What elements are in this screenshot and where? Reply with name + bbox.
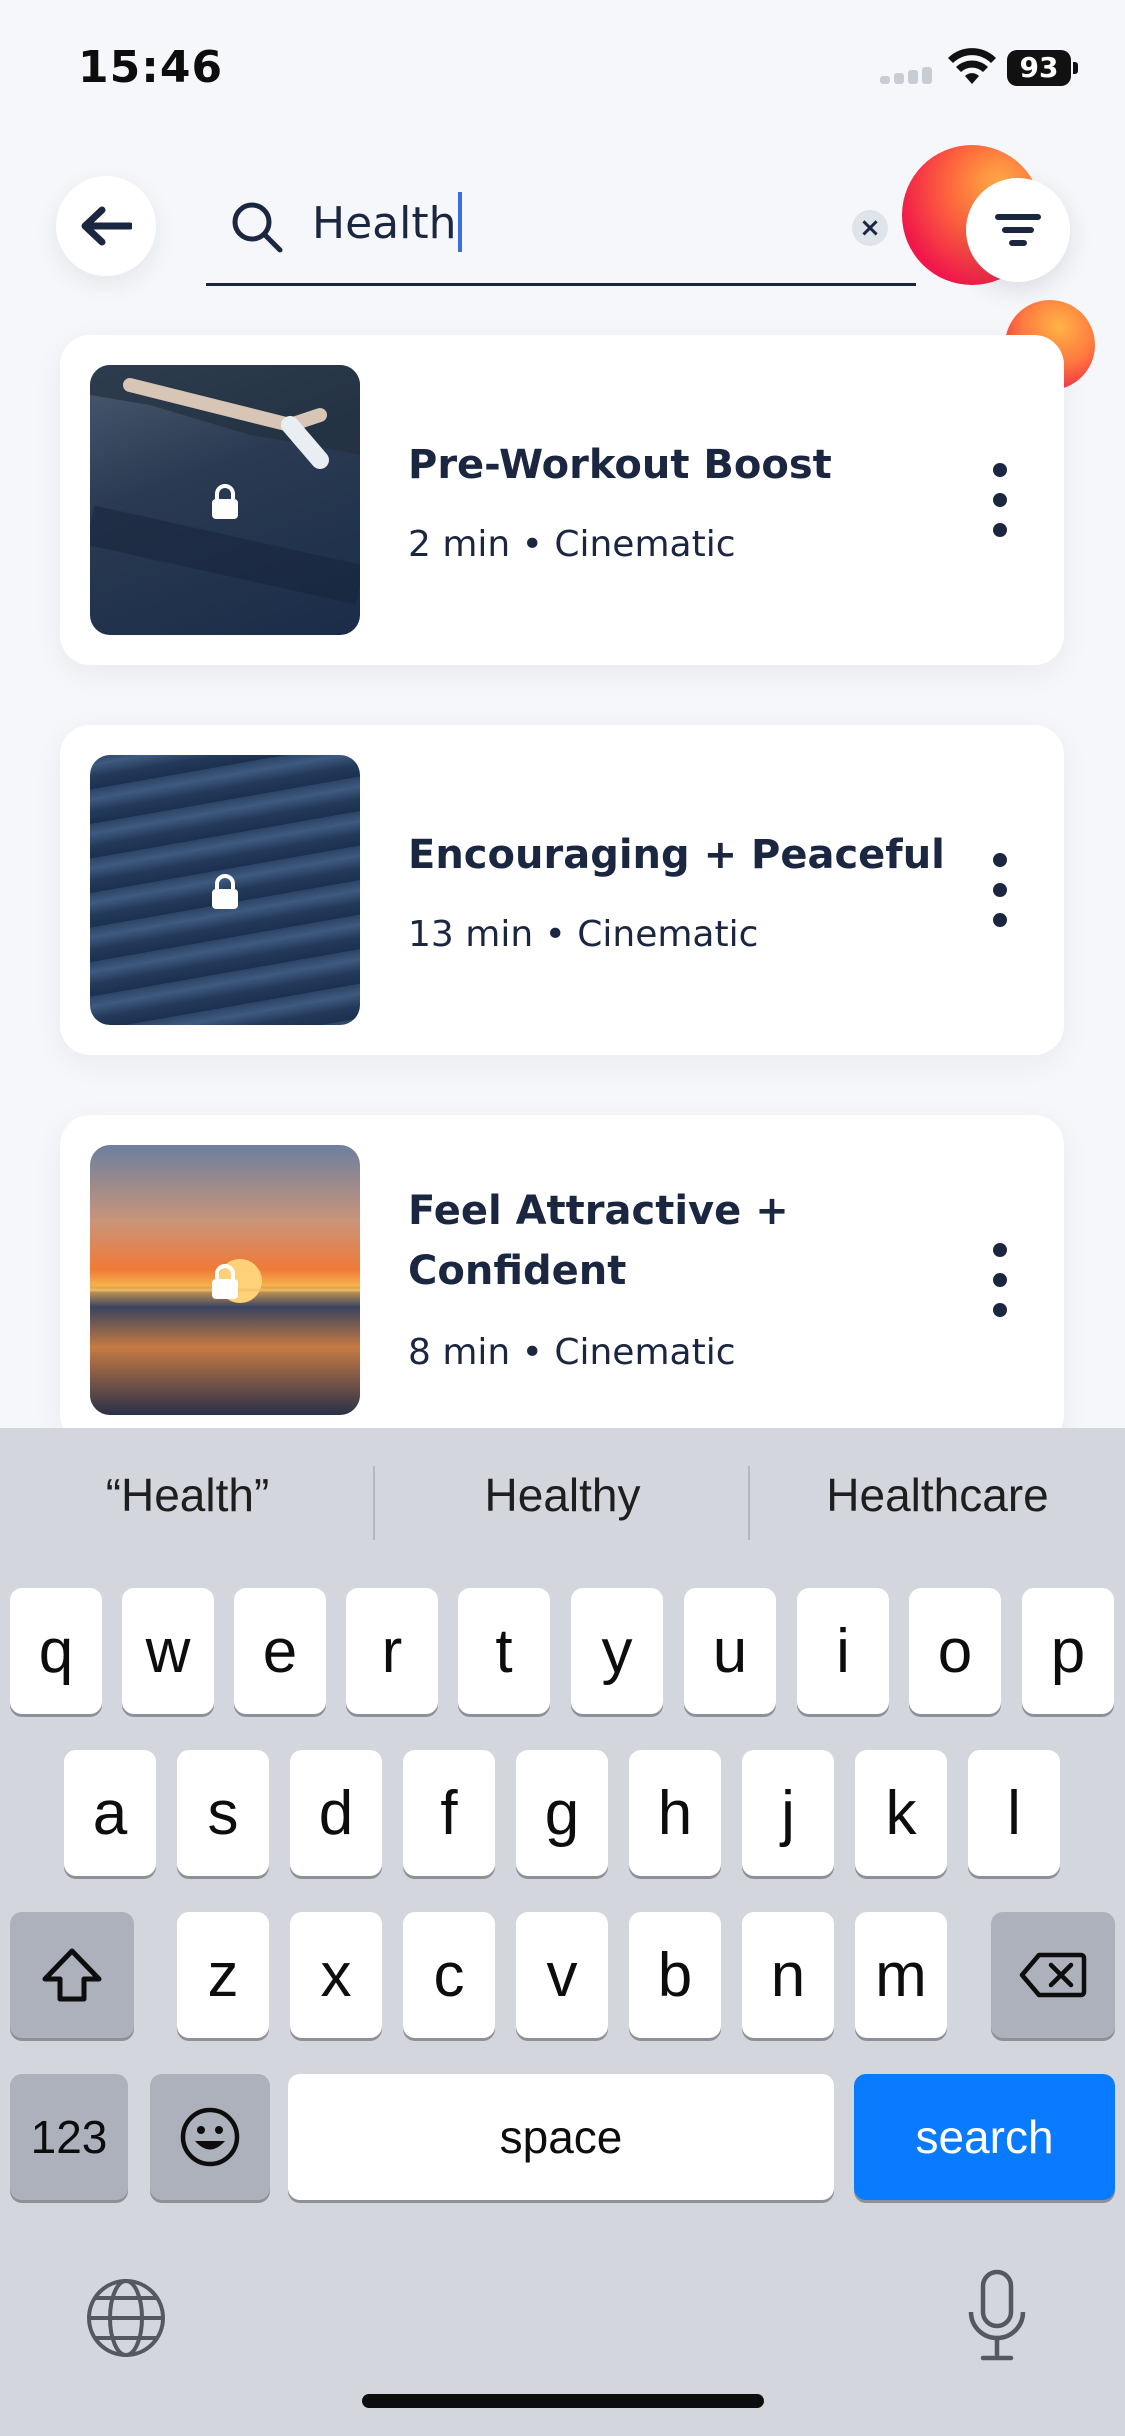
search-icon (232, 202, 283, 253)
more-options-button[interactable] (980, 1243, 1020, 1317)
more-vertical-icon (993, 1243, 1007, 1257)
keyboard: “Health” Healthy Healthcare q w e r t y … (0, 1428, 1125, 2436)
clear-search-button[interactable]: × (852, 210, 888, 246)
track-title: Feel Attractive + Confident (408, 1188, 789, 1294)
key-n[interactable]: n (742, 1912, 834, 2038)
suggestion-item[interactable]: Healthy (375, 1468, 750, 1522)
key-p[interactable]: p (1022, 1588, 1114, 1714)
key-a[interactable]: a (64, 1750, 156, 1876)
key-u[interactable]: u (684, 1588, 776, 1714)
result-card[interactable]: Feel Attractive + Confident 8 min • Cine… (60, 1115, 1064, 1445)
more-options-button[interactable] (980, 463, 1020, 537)
search-field[interactable]: Health × (206, 176, 916, 286)
globe-icon[interactable] (84, 2276, 168, 2360)
lock-icon (212, 1264, 238, 1299)
lock-icon (212, 484, 238, 519)
key-f[interactable]: f (403, 1750, 495, 1876)
key-l[interactable]: l (968, 1750, 1060, 1876)
search-input[interactable]: Health (312, 192, 463, 252)
key-o[interactable]: o (909, 1588, 1001, 1714)
track-title: Encouraging + Peaceful (408, 832, 945, 878)
key-b[interactable]: b (629, 1912, 721, 2038)
shift-key[interactable] (10, 1912, 134, 2038)
track-thumbnail (90, 1145, 360, 1415)
key-m[interactable]: m (855, 1912, 947, 2038)
space-key[interactable]: space (288, 2074, 834, 2200)
wifi-icon (948, 48, 996, 84)
key-g[interactable]: g (516, 1750, 608, 1876)
cellular-signal-icon (880, 64, 936, 84)
more-vertical-icon (993, 853, 1007, 867)
text-cursor (458, 192, 463, 252)
key-h[interactable]: h (629, 1750, 721, 1876)
key-y[interactable]: y (571, 1588, 663, 1714)
key-v[interactable]: v (516, 1912, 608, 2038)
emoji-icon (180, 2107, 240, 2167)
battery-indicator: 93 (1007, 50, 1078, 86)
suggestion-item[interactable]: Healthcare (750, 1468, 1125, 1522)
arrow-left-icon (81, 206, 132, 246)
microphone-icon[interactable] (966, 2268, 1028, 2368)
suggestion-bar: “Health” Healthy Healthcare (0, 1428, 1125, 1578)
key-w[interactable]: w (122, 1588, 214, 1714)
emoji-key[interactable] (150, 2074, 270, 2200)
search-key[interactable]: search (854, 2074, 1115, 2200)
key-i[interactable]: i (797, 1588, 889, 1714)
key-j[interactable]: j (742, 1750, 834, 1876)
suggestion-item[interactable]: “Health” (0, 1468, 375, 1522)
track-thumbnail (90, 365, 360, 635)
home-indicator (362, 2394, 764, 2408)
result-card[interactable]: Pre-Workout Boost 2 min • Cinematic (60, 335, 1064, 665)
key-t[interactable]: t (458, 1588, 550, 1714)
key-z[interactable]: z (177, 1912, 269, 2038)
key-x[interactable]: x (290, 1912, 382, 2038)
key-d[interactable]: d (290, 1750, 382, 1876)
backspace-icon (1019, 1952, 1087, 1998)
key-e[interactable]: e (234, 1588, 326, 1714)
track-meta: 8 min • Cinematic (408, 1332, 736, 1373)
filter-icon (995, 214, 1041, 246)
filter-button[interactable] (966, 178, 1070, 282)
status-bar: 15:46 93 (0, 0, 1125, 130)
delete-key[interactable] (991, 1912, 1115, 2038)
lock-icon (212, 874, 238, 909)
track-thumbnail (90, 755, 360, 1025)
key-k[interactable]: k (855, 1750, 947, 1876)
key-s[interactable]: s (177, 1750, 269, 1876)
more-options-button[interactable] (980, 853, 1020, 927)
key-c[interactable]: c (403, 1912, 495, 2038)
key-r[interactable]: r (346, 1588, 438, 1714)
shift-icon (42, 1948, 102, 2002)
track-title: Pre-Workout Boost (408, 442, 832, 488)
status-time: 15:46 (78, 42, 224, 93)
track-meta: 2 min • Cinematic (408, 524, 736, 565)
more-vertical-icon (993, 463, 1007, 477)
result-card[interactable]: Encouraging + Peaceful 13 min • Cinemati… (60, 725, 1064, 1055)
track-meta: 13 min • Cinematic (408, 914, 759, 955)
back-button[interactable] (56, 176, 156, 276)
key-q[interactable]: q (10, 1588, 102, 1714)
numbers-key[interactable]: 123 (10, 2074, 128, 2200)
